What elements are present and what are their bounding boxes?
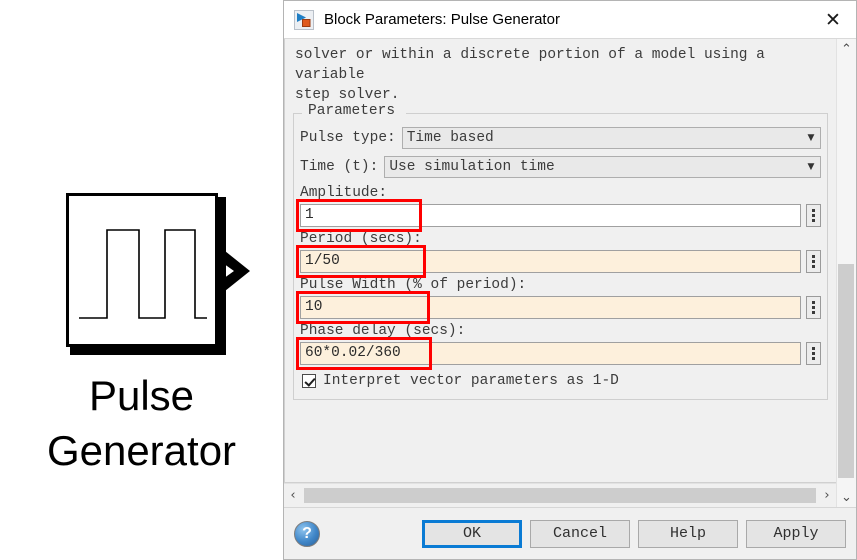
ok-button[interactable]: OK xyxy=(422,519,522,548)
parameters-group-legend: Parameters xyxy=(304,103,400,119)
pulse-width-input[interactable]: 10 xyxy=(300,296,801,319)
dialog-title: Block Parameters: Pulse Generator xyxy=(324,11,560,28)
model-canvas: Pulse Generator xyxy=(0,0,283,560)
parameters-scroll-pane: solver or within a discrete portion of a… xyxy=(284,39,836,483)
help-button[interactable]: Help xyxy=(638,519,738,548)
scroll-up-icon[interactable]: ⌃ xyxy=(837,39,856,59)
pulse-type-label: Pulse type: xyxy=(300,130,396,146)
time-t-dropdown[interactable]: Use simulation time ▼ xyxy=(384,156,821,178)
block-parameters-dialog: Block Parameters: Pulse Generator ✕ solv… xyxy=(283,0,857,560)
amplitude-more-button[interactable] xyxy=(806,204,821,227)
interpret-vector-label: Interpret vector parameters as 1-D xyxy=(323,373,619,389)
interpret-vector-checkbox[interactable] xyxy=(302,374,316,388)
parameters-group-inner: Pulse type: Time based ▼ Time (t): Use s… xyxy=(296,113,821,389)
pulse-width-row: 10 xyxy=(296,291,821,324)
time-t-label: Time (t): xyxy=(300,159,379,175)
interpret-vector-row[interactable]: Interpret vector parameters as 1-D xyxy=(302,373,821,389)
dialog-footer: ? OK Cancel Help Apply xyxy=(284,507,856,559)
time-t-value: Use simulation time xyxy=(389,159,555,175)
chevron-down-icon[interactable]: ▼ xyxy=(802,133,820,143)
pulse-type-dropdown[interactable]: Time based ▼ xyxy=(401,127,821,149)
phase-delay-input[interactable]: 60*0.02/360 xyxy=(300,342,801,365)
scroll-right-icon[interactable]: › xyxy=(818,488,836,503)
scroll-down-icon[interactable]: ⌄ xyxy=(837,487,856,507)
period-label: Period (secs): xyxy=(300,231,422,247)
footer-button-group: OK Cancel Help Apply xyxy=(422,519,846,548)
vertical-scroll-track[interactable] xyxy=(837,59,856,487)
period-row: 1/50 xyxy=(296,245,821,278)
period-more-button[interactable] xyxy=(806,250,821,273)
time-t-row: Time (t): Use simulation time ▼ xyxy=(300,156,821,178)
horizontal-scrollbar[interactable]: ‹ › xyxy=(284,483,836,507)
vertical-scrollbar[interactable]: ⌃ ⌄ xyxy=(836,39,856,507)
period-input[interactable]: 1/50 xyxy=(300,250,801,273)
phase-delay-row: 60*0.02/360 xyxy=(296,337,821,370)
horizontal-scroll-thumb[interactable] xyxy=(304,488,816,503)
cancel-button[interactable]: Cancel xyxy=(530,519,630,548)
amplitude-row: 1 xyxy=(296,199,821,232)
scroll-left-icon[interactable]: ‹ xyxy=(284,488,302,503)
group-border-left xyxy=(294,113,302,114)
simulink-block-icon xyxy=(294,9,314,30)
amplitude-input[interactable]: 1 xyxy=(300,204,801,227)
dialog-body: solver or within a discrete portion of a… xyxy=(284,39,856,507)
pulse-width-label: Pulse Width (% of period): xyxy=(300,277,527,293)
close-icon[interactable]: ✕ xyxy=(810,1,856,38)
output-port-arrow xyxy=(220,247,250,295)
block-description: solver or within a discrete portion of a… xyxy=(295,47,765,103)
parameters-group: Parameters Pulse type: Time based ▼ Time… xyxy=(293,103,828,400)
help-circle-icon[interactable]: ? xyxy=(294,520,320,547)
dialog-content-column: solver or within a discrete portion of a… xyxy=(284,39,836,507)
group-border-right xyxy=(406,113,827,114)
phase-delay-more-button[interactable] xyxy=(806,342,821,365)
chevron-down-icon[interactable]: ▼ xyxy=(802,162,820,172)
pulse-width-more-button[interactable] xyxy=(806,296,821,319)
pulse-generator-block[interactable] xyxy=(66,193,250,355)
block-body[interactable] xyxy=(66,193,218,347)
dialog-titlebar[interactable]: Block Parameters: Pulse Generator ✕ xyxy=(284,1,856,39)
vertical-scroll-thumb[interactable] xyxy=(838,264,854,479)
phase-delay-label: Phase delay (secs): xyxy=(300,323,466,339)
amplitude-label: Amplitude: xyxy=(300,185,388,201)
pulse-type-row: Pulse type: Time based ▼ xyxy=(300,127,821,149)
block-label: Pulse Generator xyxy=(46,372,237,474)
pulse-waveform-icon xyxy=(79,229,207,319)
apply-button[interactable]: Apply xyxy=(746,519,846,548)
pulse-type-value: Time based xyxy=(406,130,494,146)
